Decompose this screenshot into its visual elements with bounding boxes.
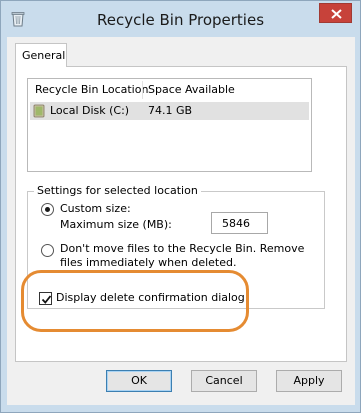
custom-size-label[interactable]: Custom size: xyxy=(60,202,131,215)
dont-move-label[interactable]: Don't move files to the Recycle Bin. Rem… xyxy=(60,242,326,270)
space-available: 74.1 GB xyxy=(148,104,193,117)
close-button[interactable] xyxy=(319,3,352,23)
column-header-space[interactable]: Space Available xyxy=(148,83,235,96)
groupbox-title: Settings for selected location xyxy=(34,184,201,197)
drive-icon xyxy=(33,104,45,121)
general-tab-panel: Recycle Bin Location Space Available Loc… xyxy=(15,66,347,362)
list-header: Recycle Bin Location Space Available xyxy=(28,79,311,101)
checkmark-icon xyxy=(41,295,52,304)
close-icon xyxy=(331,9,342,19)
cancel-button[interactable]: Cancel xyxy=(191,370,257,392)
custom-size-radio[interactable] xyxy=(41,203,54,216)
column-header-location[interactable]: Recycle Bin Location xyxy=(35,83,148,96)
list-item[interactable]: Local Disk (C:) 74.1 GB xyxy=(30,102,309,120)
apply-button[interactable]: Apply xyxy=(276,370,342,392)
location-name: Local Disk (C:) xyxy=(50,104,130,117)
ok-button[interactable]: OK xyxy=(106,370,172,392)
dialog-client-area: General Recycle Bin Location Space Avail… xyxy=(7,37,355,405)
tab-general[interactable]: General xyxy=(15,43,67,67)
dont-move-radio[interactable] xyxy=(41,244,54,257)
tab-general-label: General xyxy=(22,49,66,62)
confirm-dialog-checkbox[interactable] xyxy=(39,292,52,305)
column-separator[interactable] xyxy=(142,81,143,99)
properties-window: Recycle Bin Properties General Recycle B… xyxy=(0,0,361,413)
max-size-label: Maximum size (MB): xyxy=(60,218,172,231)
recycle-bin-location-list[interactable]: Recycle Bin Location Space Available Loc… xyxy=(27,78,312,172)
confirm-dialog-label[interactable]: Display delete confirmation dialog xyxy=(56,291,245,304)
title-bar[interactable]: Recycle Bin Properties xyxy=(1,1,360,37)
window-title: Recycle Bin Properties xyxy=(96,11,265,29)
max-size-input[interactable] xyxy=(211,212,268,234)
